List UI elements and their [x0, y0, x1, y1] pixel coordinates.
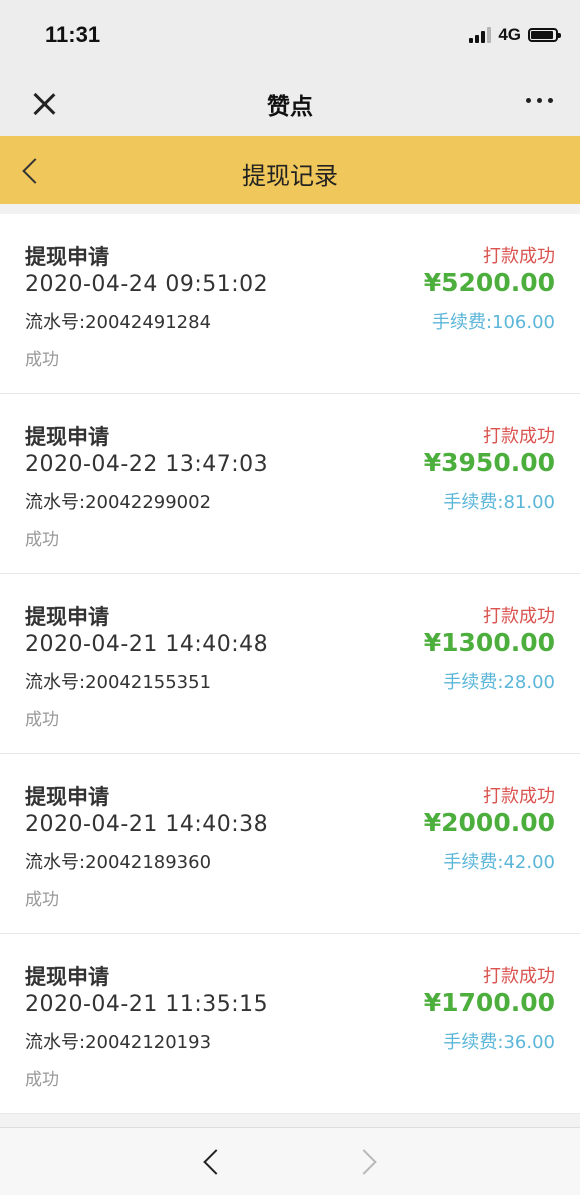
record-title: 提现申请	[25, 425, 109, 449]
record-fee: 手续费:36.00	[443, 1032, 555, 1053]
record-time: 2020-04-22 13:47:03	[25, 452, 269, 477]
record-serial: 流水号:20042189360	[25, 852, 212, 873]
withdrawal-record[interactable]: 提现申请 2020-04-21 14:40:48 流水号:20042155351…	[0, 574, 580, 754]
record-time: 2020-04-21 11:35:15	[25, 992, 269, 1017]
section-header: 提现记录	[0, 136, 580, 204]
network-type: 4G	[498, 25, 521, 44]
withdrawal-record[interactable]: 提现申请 2020-04-21 14:40:38 流水号:20042189360…	[0, 754, 580, 934]
status-indicators: 4G	[469, 25, 561, 45]
status-time: 11:31	[45, 22, 101, 47]
record-amount: ¥3950.00	[423, 448, 555, 477]
record-time: 2020-04-21 14:40:38	[25, 812, 269, 837]
record-title: 提现申请	[25, 965, 109, 989]
more-icon[interactable]	[526, 98, 553, 103]
record-fee: 手续费:28.00	[443, 672, 555, 693]
record-status: 打款成功	[483, 246, 555, 267]
wechat-nav-bar: 赞点	[0, 70, 580, 136]
withdrawal-record[interactable]: 提现申请 2020-04-24 09:51:02 流水号:20042491284…	[0, 214, 580, 394]
record-state: 成功	[25, 530, 59, 550]
record-title: 提现申请	[25, 245, 109, 269]
record-amount: ¥1700.00	[423, 988, 555, 1017]
record-fee: 手续费:81.00	[443, 492, 555, 513]
chevron-left-icon[interactable]	[198, 1148, 226, 1176]
withdrawal-record-list: 提现申请 2020-04-24 09:51:02 流水号:20042491284…	[0, 214, 580, 1114]
record-status: 打款成功	[483, 966, 555, 987]
battery-icon	[528, 28, 561, 42]
record-amount: ¥2000.00	[423, 808, 555, 837]
browser-toolbar	[0, 1127, 580, 1195]
record-state: 成功	[25, 890, 59, 910]
record-title: 提现申请	[25, 605, 109, 629]
chevron-right-icon[interactable]	[354, 1148, 382, 1176]
withdrawal-record[interactable]: 提现申请 2020-04-21 11:35:15 流水号:20042120193…	[0, 934, 580, 1114]
record-status: 打款成功	[483, 786, 555, 807]
record-fee: 手续费:106.00	[431, 312, 555, 333]
page-title: 赞点	[267, 94, 313, 120]
record-serial: 流水号:20042491284	[25, 312, 212, 333]
record-time: 2020-04-21 14:40:48	[25, 632, 269, 657]
header-title: 提现记录	[242, 162, 338, 190]
record-serial: 流水号:20042299002	[25, 492, 212, 513]
record-time: 2020-04-24 09:51:02	[25, 272, 269, 297]
record-amount: ¥1300.00	[423, 628, 555, 657]
record-title: 提现申请	[25, 785, 109, 809]
record-status: 打款成功	[483, 426, 555, 447]
status-bar: 11:31 4G	[0, 0, 580, 70]
record-state: 成功	[25, 710, 59, 730]
record-serial: 流水号:20042155351	[25, 672, 212, 693]
record-amount: ¥5200.00	[423, 268, 555, 297]
record-fee: 手续费:42.00	[443, 852, 555, 873]
record-state: 成功	[25, 1070, 59, 1090]
record-state: 成功	[25, 350, 59, 370]
signal-icon	[469, 27, 492, 43]
withdrawal-record[interactable]: 提现申请 2020-04-22 13:47:03 流水号:20042299002…	[0, 394, 580, 574]
record-status: 打款成功	[483, 606, 555, 627]
record-serial: 流水号:20042120193	[25, 1032, 212, 1053]
